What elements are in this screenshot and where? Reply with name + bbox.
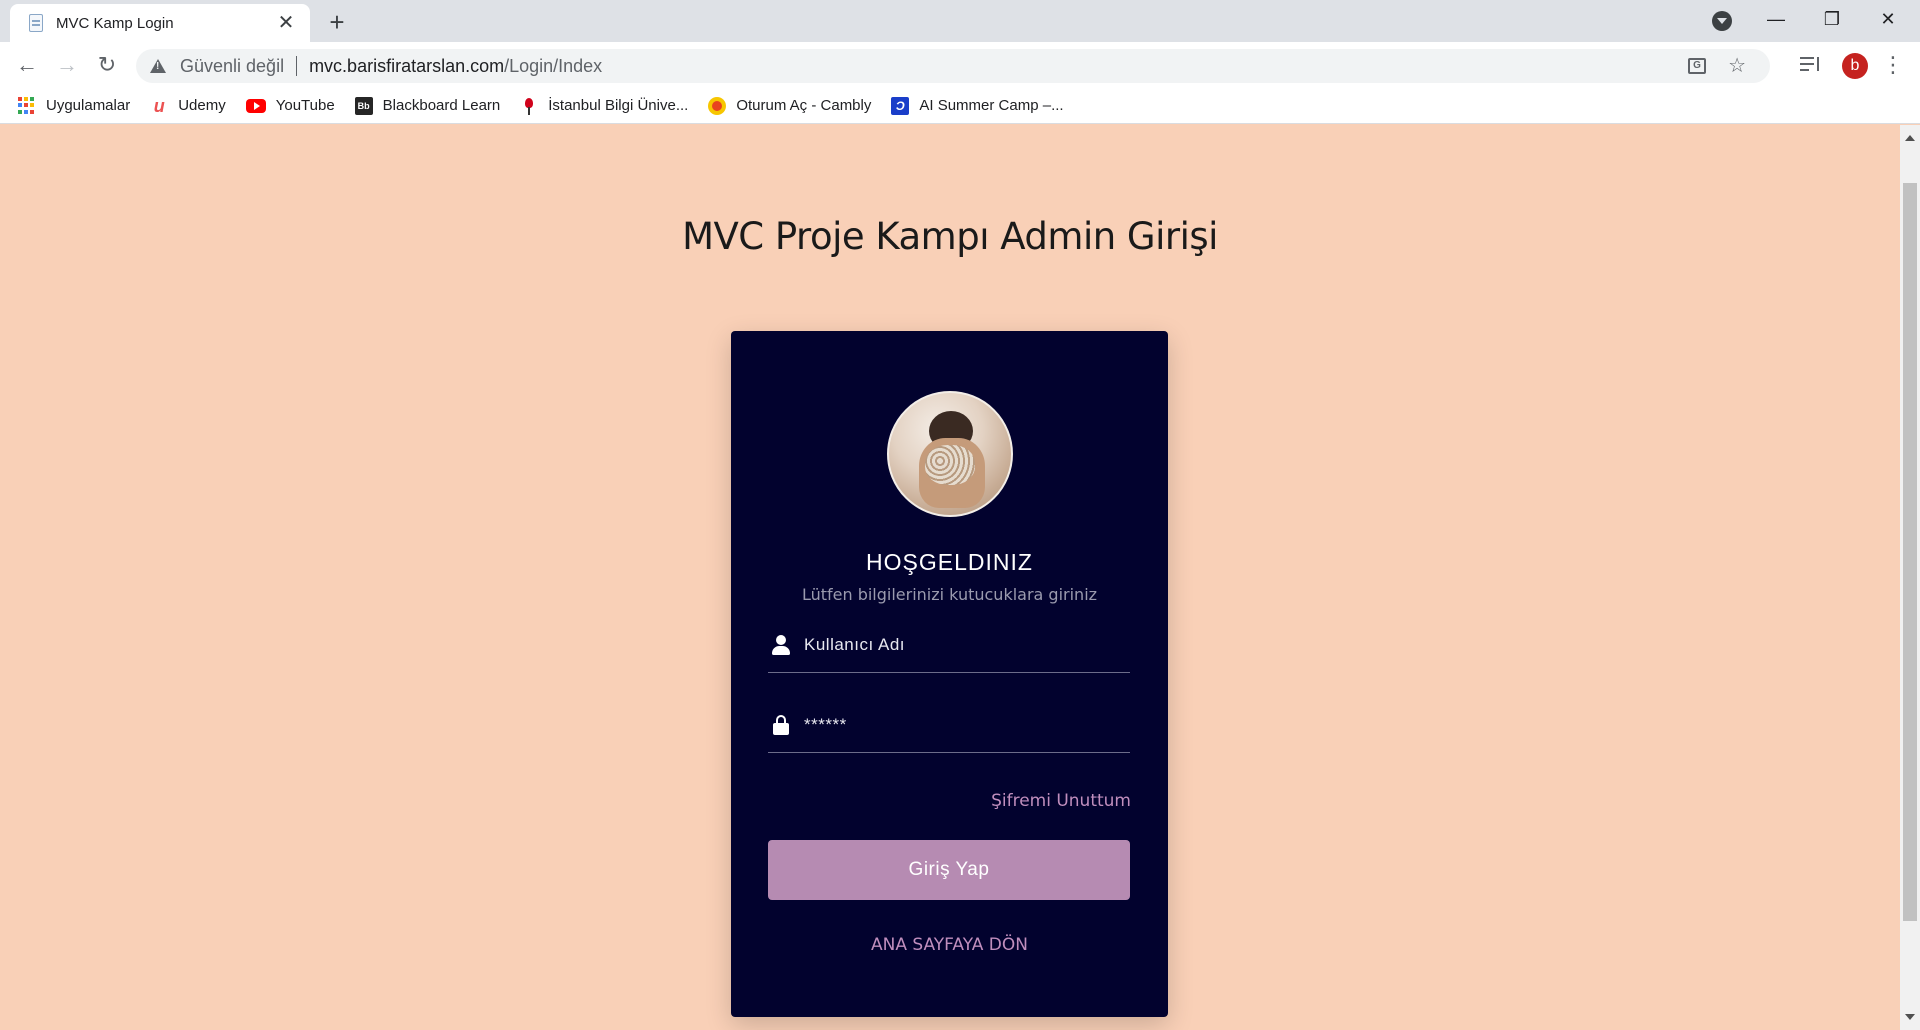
login-subtitle: Lütfen bilgilerinizi kutucuklara giriniz (801, 585, 1098, 604)
minimize-button[interactable]: — (1751, 0, 1801, 38)
page-title: MVC Proje Kampı Admin Girişi (682, 215, 1218, 258)
apps-grid-dot (18, 96, 22, 101)
ai-summer-camp-icon: Ɔ (891, 96, 910, 115)
bilgi-university-icon (520, 96, 539, 115)
bookmark-label: AI Summer Camp –... (919, 97, 1064, 114)
apps-grid-dot (30, 103, 34, 108)
browser-tab[interactable]: MVC Kamp Login ✕ (10, 4, 310, 42)
bookmark-star-icon[interactable]: ☆ (1728, 49, 1746, 83)
page-favicon-icon (26, 13, 46, 33)
not-secure-warning-icon[interactable] (150, 59, 166, 73)
translate-icon[interactable]: G (1688, 58, 1706, 74)
scrollbar-thumb[interactable] (1903, 183, 1917, 921)
tab-strip: MVC Kamp Login ✕ + — ❐ ✕ (0, 0, 1920, 42)
apps-grid-dot (24, 96, 28, 101)
browser-menu-icon[interactable]: ⋮ (1882, 50, 1904, 80)
apps-grid-dot (30, 96, 34, 101)
lock-icon (772, 714, 790, 735)
apps-grid-icon (18, 96, 36, 115)
bookmark-label: Oturum Aç - Cambly (736, 97, 872, 114)
welcome-heading: HOŞGELDINIZ (866, 549, 1033, 575)
bookmark-label: İstanbul Bilgi Ünive... (548, 97, 689, 114)
tab-title: MVC Kamp Login (56, 14, 174, 32)
profile-image (887, 391, 1013, 517)
security-label[interactable]: Güvenli değil (180, 56, 284, 77)
back-to-home-link[interactable]: ANA SAYFAYA DÖN (731, 935, 1168, 955)
username-input[interactable] (804, 634, 1130, 655)
maximize-button[interactable]: ❐ (1807, 0, 1857, 38)
forgot-password-link[interactable]: Şifremi Unuttum (991, 791, 1131, 811)
cambly-icon (708, 96, 727, 115)
bookmark-label: Uygulamalar (46, 97, 131, 114)
tab-search-icon[interactable] (1712, 11, 1732, 31)
bookmark-label: Udemy (178, 97, 226, 114)
page-content: MVC Proje Kampı Admin Girişi HOŞGELDINIZ… (0, 125, 1900, 1030)
bookmark-blackboard[interactable]: Bb Blackboard Learn (354, 96, 501, 115)
bookmark-label: Blackboard Learn (382, 97, 501, 114)
apps-grid-dot (18, 109, 22, 114)
apps-grid-dot (30, 109, 34, 114)
bookmark-apps[interactable]: Uygulamalar (18, 96, 131, 115)
bookmarks-bar: Uygulamalar u Udemy YouTube Bb Blackboar… (0, 88, 1920, 124)
login-button[interactable]: Giriş Yap (768, 840, 1130, 900)
page-scrollbar[interactable] (1900, 125, 1920, 1030)
bookmark-cambly[interactable]: Oturum Aç - Cambly (708, 96, 872, 115)
blackboard-icon: Bb (354, 96, 373, 115)
apps-grid-dot (24, 103, 28, 108)
login-card: HOŞGELDINIZ Lütfen bilgilerinizi kutucuk… (731, 331, 1168, 1017)
profile-avatar[interactable]: b (1842, 53, 1868, 79)
media-control-icon[interactable] (1800, 54, 1822, 76)
apps-grid-dot (24, 109, 28, 114)
user-icon (772, 634, 790, 655)
url-path[interactable]: /Login/Index (504, 56, 602, 77)
password-field[interactable] (768, 697, 1130, 753)
youtube-icon (245, 98, 266, 113)
address-separator (296, 56, 298, 76)
back-button[interactable]: ← (10, 48, 44, 82)
browser-toolbar: ← → ↻ Güvenli değil mvc.barisfiratarslan… (0, 42, 1920, 88)
apps-grid-dot (18, 103, 22, 108)
address-bar[interactable]: Güvenli değil mvc.barisfiratarslan.com /… (136, 49, 1770, 83)
bookmark-youtube[interactable]: YouTube (245, 97, 335, 114)
password-input[interactable] (804, 714, 1130, 735)
url-host[interactable]: mvc.barisfiratarslan.com (309, 56, 504, 77)
scroll-up-arrow-icon[interactable] (1905, 135, 1915, 141)
username-field[interactable] (768, 617, 1130, 673)
bookmark-bilgi[interactable]: İstanbul Bilgi Ünive... (520, 96, 689, 115)
reload-button[interactable]: ↻ (90, 48, 124, 82)
forward-button[interactable]: → (50, 48, 84, 82)
bookmark-ai-summer-camp[interactable]: Ɔ AI Summer Camp –... (891, 96, 1064, 115)
udemy-icon: u (153, 95, 165, 116)
bookmark-label: YouTube (275, 97, 335, 114)
tab-close-icon[interactable]: ✕ (274, 11, 298, 35)
new-tab-button[interactable]: + (322, 8, 352, 38)
scroll-down-arrow-icon[interactable] (1905, 1014, 1915, 1020)
close-window-button[interactable]: ✕ (1863, 0, 1913, 38)
bookmark-udemy[interactable]: u Udemy (150, 97, 226, 115)
